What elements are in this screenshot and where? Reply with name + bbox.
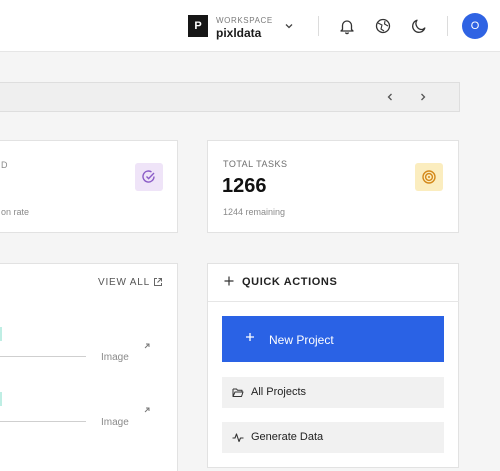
target-icon xyxy=(422,170,436,184)
header-divider xyxy=(447,16,448,36)
generate-data-button[interactable]: Generate Data xyxy=(222,422,444,453)
avatar[interactable]: O xyxy=(462,13,488,39)
chevron-left-icon[interactable] xyxy=(384,91,396,103)
stat-subtext: 1244 remaining xyxy=(223,207,286,217)
stat-label: D xyxy=(1,160,8,170)
quick-actions-title: QUICK ACTIONS xyxy=(242,276,338,288)
new-project-label: New Project xyxy=(269,333,334,347)
pager-bar xyxy=(0,82,460,112)
workspace-label: WORKSPACE xyxy=(216,16,273,25)
folder-open-icon xyxy=(232,388,244,397)
divider xyxy=(208,301,459,302)
new-project-button[interactable]: New Project xyxy=(222,316,444,362)
item-progress-line xyxy=(0,421,86,422)
recent-card xyxy=(0,263,178,471)
chevron-down-icon[interactable] xyxy=(283,20,295,32)
all-projects-button[interactable]: All Projects xyxy=(222,377,444,408)
stat-badge xyxy=(135,163,163,191)
top-bar: P WORKSPACE pixldata O xyxy=(0,0,500,52)
generate-data-label: Generate Data xyxy=(251,431,324,443)
item-thumbnail xyxy=(0,392,2,406)
stat-label: TOTAL TASKS xyxy=(223,159,288,169)
arrow-up-right-icon[interactable] xyxy=(143,342,151,350)
workspace-logo[interactable]: P xyxy=(188,15,208,37)
check-circle-icon xyxy=(142,170,155,183)
item-type-tag: Image xyxy=(101,417,129,428)
stat-badge xyxy=(415,163,443,191)
moon-icon[interactable] xyxy=(410,17,428,35)
stat-card-total-tasks: TOTAL TASKS 1266 1244 remaining xyxy=(207,140,459,233)
header-divider xyxy=(318,16,319,36)
item-type-tag: Image xyxy=(101,352,129,363)
stat-subtext: on rate xyxy=(1,207,30,217)
activity-icon xyxy=(232,433,244,443)
all-projects-label: All Projects xyxy=(251,386,307,398)
item-progress-line xyxy=(0,356,86,357)
view-all-link[interactable]: VIEW ALL xyxy=(98,277,150,288)
item-thumbnail xyxy=(0,327,2,341)
stat-card-completion: D on rate xyxy=(0,140,178,233)
arrow-up-right-icon[interactable] xyxy=(143,406,151,414)
stat-value: 1266 xyxy=(222,175,267,197)
plus-icon xyxy=(224,276,234,286)
workspace-name[interactable]: pixldata xyxy=(216,26,261,40)
plus-icon xyxy=(246,333,254,341)
chevron-right-icon[interactable] xyxy=(417,91,429,103)
external-link-icon[interactable] xyxy=(153,277,163,287)
globe-icon[interactable] xyxy=(374,17,392,35)
bell-icon[interactable] xyxy=(338,17,356,35)
